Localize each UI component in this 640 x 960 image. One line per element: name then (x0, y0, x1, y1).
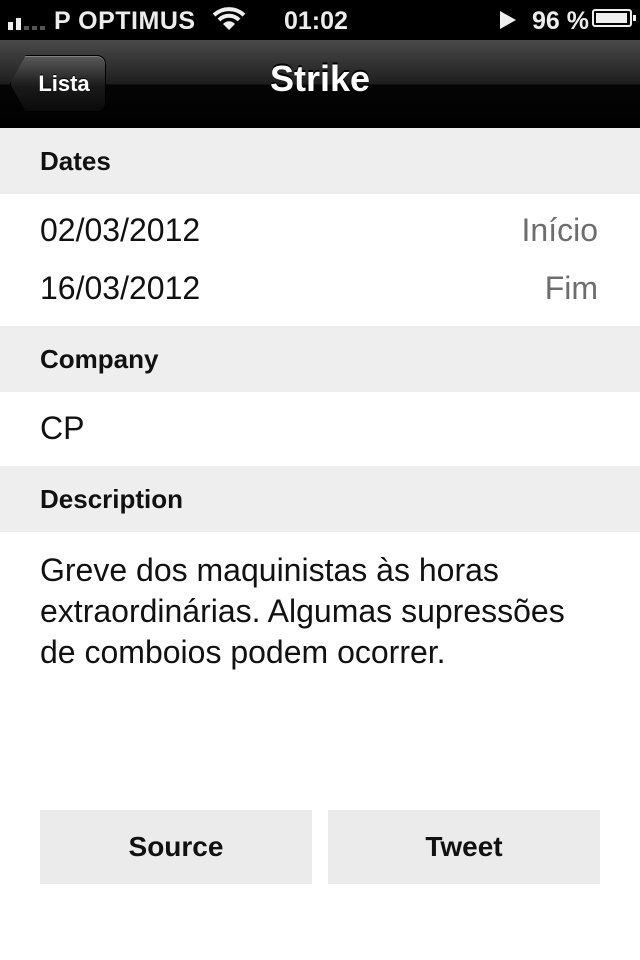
end-date-label: Fim (544, 270, 598, 306)
description-text: Greve dos maquinistas às horas extraordi… (40, 552, 565, 670)
company-value: CP (40, 410, 85, 446)
status-bar: P OPTIMUS 01:02 96 % (0, 0, 640, 40)
tweet-button[interactable]: Tweet (328, 810, 600, 884)
section-header-dates: Dates (0, 128, 640, 194)
page-title: Strike (269, 58, 371, 99)
section-header-company: Company (0, 326, 640, 392)
signal-bars-icon (8, 8, 45, 30)
start-date-label: Início (521, 212, 598, 248)
status-time: 01:02 (284, 7, 348, 35)
play-icon (500, 11, 516, 29)
section-header-description: Description (0, 466, 640, 532)
wifi-icon (212, 6, 246, 39)
battery-percentage: 96 % (532, 7, 589, 35)
start-date-value: 02/03/2012 (40, 212, 201, 248)
battery-icon (592, 9, 636, 27)
carrier-name: P OPTIMUS (54, 7, 196, 35)
source-button[interactable]: Source (40, 810, 312, 884)
end-date-value: 16/03/2012 (40, 270, 201, 306)
navigation-bar: Lista Strike (0, 40, 640, 129)
